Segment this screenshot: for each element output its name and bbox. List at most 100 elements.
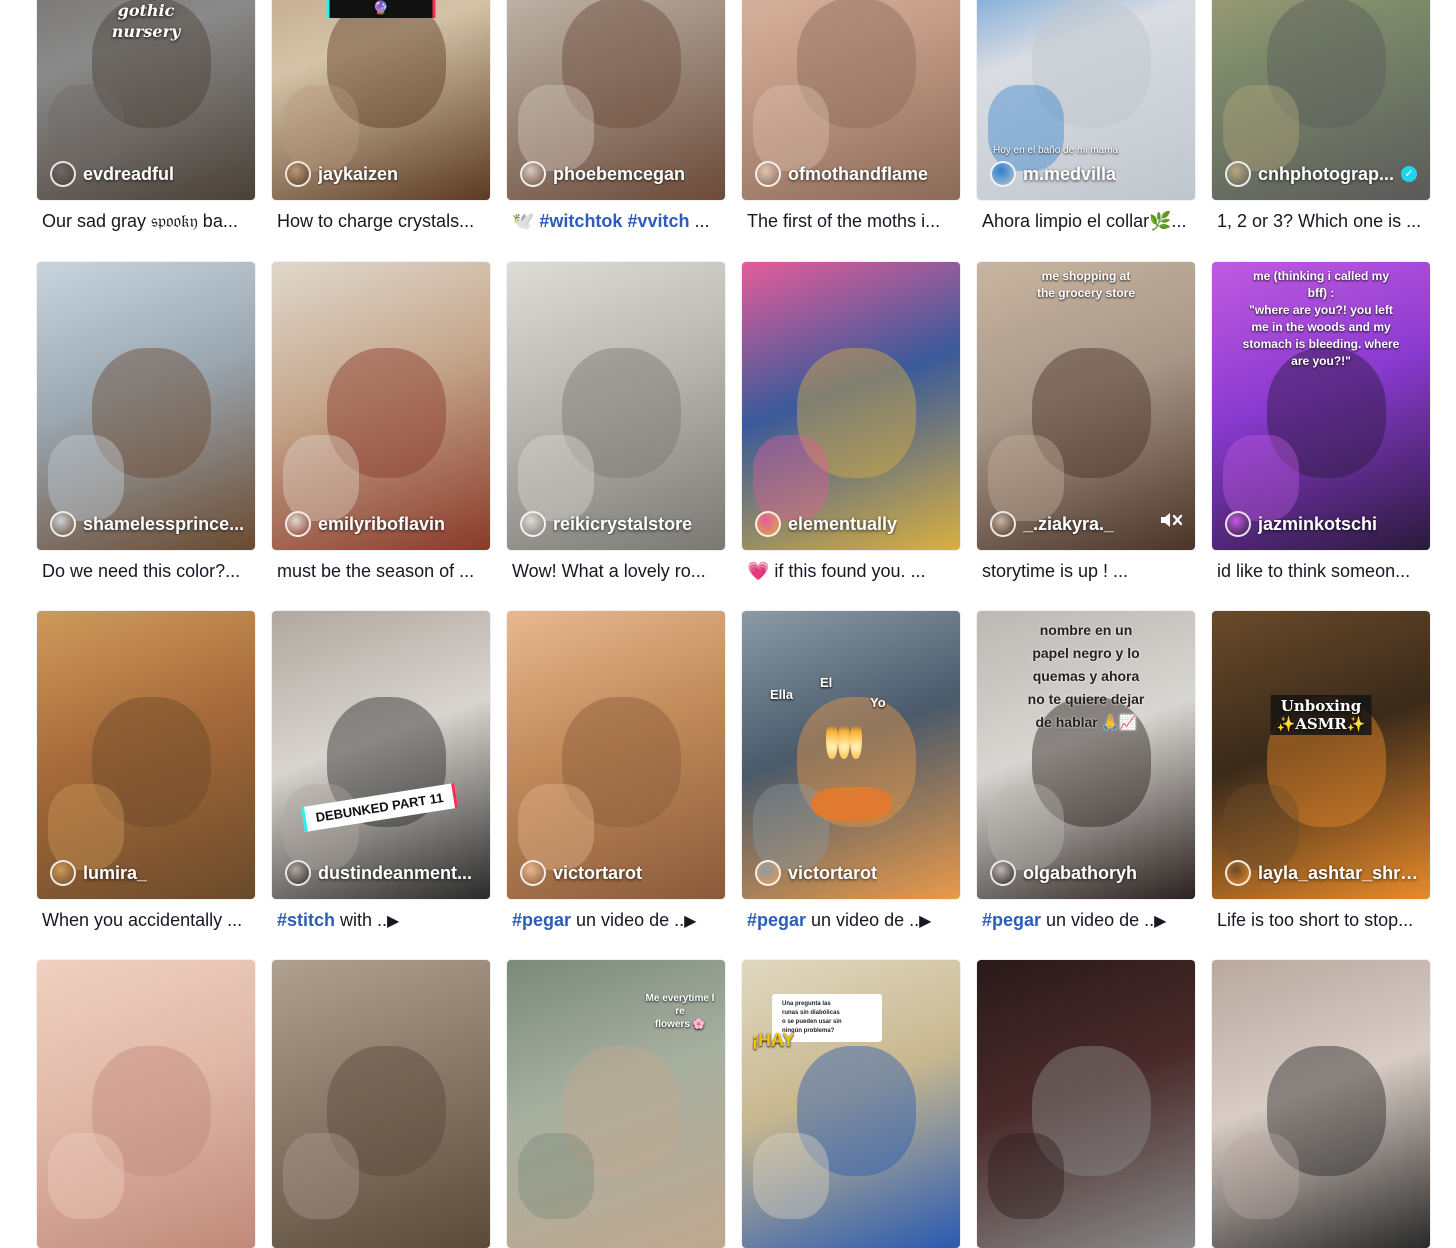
- avatar[interactable]: [1225, 511, 1251, 537]
- creator-username[interactable]: victortarot: [553, 863, 642, 884]
- video-thumbnail[interactable]: shamelessprince...: [37, 262, 255, 550]
- video-card[interactable]: let's build my gothic nursery evdreadful O…: [37, 0, 255, 232]
- creator-username[interactable]: m.medvilla: [1023, 164, 1116, 185]
- video-caption[interactable]: must be the season of ...: [272, 560, 490, 582]
- video-card[interactable]: lumira_ When you accidentally ...: [37, 611, 255, 931]
- avatar[interactable]: [50, 511, 76, 537]
- avatar[interactable]: [990, 161, 1016, 187]
- creator-row[interactable]: olgabathoryh: [990, 860, 1185, 886]
- video-caption[interactable]: Ahora limpio el collar🌿...: [977, 210, 1195, 232]
- video-card[interactable]: Unboxing ✨ASMR✨ layla_ashtar_shri... Life …: [1212, 611, 1430, 931]
- video-caption[interactable]: 1, 2 or 3? Which one is ...: [1212, 210, 1430, 232]
- video-thumbnail[interactable]: reikicrystalstore: [507, 262, 725, 550]
- avatar[interactable]: [520, 860, 546, 886]
- video-caption[interactable]: The first of the moths i...: [742, 210, 960, 232]
- avatar[interactable]: [520, 161, 546, 187]
- video-thumbnail[interactable]: [977, 960, 1195, 1248]
- video-thumbnail[interactable]: nombre en un papel negro y lo quemas y a…: [977, 611, 1195, 899]
- avatar[interactable]: [285, 161, 311, 187]
- creator-username[interactable]: elementually: [788, 514, 897, 535]
- video-card[interactable]: reikicrystalstore Wow! What a lovely ro..…: [507, 262, 725, 582]
- creator-username[interactable]: jaykaizen: [318, 164, 398, 185]
- creator-row[interactable]: victortarot: [755, 860, 950, 886]
- video-card[interactable]: Ella El Yo victortarot #pegar un video de ..…: [742, 611, 960, 931]
- video-caption[interactable]: Wow! What a lovely ro...: [507, 560, 725, 582]
- video-card[interactable]: DEBUNKED PART 11 dustindeanment... #stitch…: [272, 611, 490, 931]
- video-caption[interactable]: 🕊️ #witchtok #vvitch ...: [507, 210, 725, 232]
- video-thumbnail[interactable]: Crystals ⚡️🔮 jaykaizen: [272, 0, 490, 200]
- video-card[interactable]: Me everytime I re flowers 🌸: [507, 960, 725, 1248]
- hashtag-link[interactable]: #stitch: [277, 910, 335, 930]
- hashtag-link[interactable]: #pegar: [512, 910, 571, 930]
- creator-username[interactable]: olgabathoryh: [1023, 863, 1137, 884]
- creator-username[interactable]: evdreadful: [83, 164, 174, 185]
- video-card[interactable]: nombre en un papel negro y lo quemas y a…: [977, 611, 1195, 931]
- creator-row[interactable]: layla_ashtar_shri...: [1225, 860, 1420, 886]
- creator-username[interactable]: emilyriboflavin: [318, 514, 445, 535]
- video-caption[interactable]: #stitch with ..▶: [272, 909, 490, 931]
- video-caption[interactable]: #pegar un video de ..▶: [507, 909, 725, 931]
- video-thumbnail[interactable]: ofmothandflame: [742, 0, 960, 200]
- hashtag-link[interactable]: #vvitch: [627, 211, 689, 231]
- creator-username[interactable]: ofmothandflame: [788, 164, 928, 185]
- avatar[interactable]: [520, 511, 546, 537]
- video-thumbnail[interactable]: lumira_: [37, 611, 255, 899]
- creator-row[interactable]: shamelessprince...: [50, 511, 245, 537]
- video-thumbnail[interactable]: Una pregunta las runas sin diabólicas o …: [742, 960, 960, 1248]
- video-thumbnail[interactable]: DEBUNKED PART 11 dustindeanment...: [272, 611, 490, 899]
- video-thumbnail[interactable]: elementually: [742, 262, 960, 550]
- video-caption[interactable]: How to charge crystals...: [272, 210, 490, 232]
- avatar[interactable]: [285, 511, 311, 537]
- video-caption[interactable]: Do we need this color?...: [37, 560, 255, 582]
- creator-row[interactable]: evdreadful: [50, 161, 245, 187]
- video-card[interactable]: cnhphotograp... ✓ 1, 2 or 3? Which one is …: [1212, 0, 1430, 232]
- creator-username[interactable]: reikicrystalstore: [553, 514, 692, 535]
- creator-username[interactable]: phoebemcegan: [553, 164, 685, 185]
- video-card[interactable]: [977, 960, 1195, 1248]
- avatar[interactable]: [990, 511, 1016, 537]
- creator-username[interactable]: victortarot: [788, 863, 877, 884]
- video-card[interactable]: me shopping at the grocery store _.ziakyr…: [977, 262, 1195, 582]
- video-caption[interactable]: Life is too short to stop...: [1212, 909, 1430, 931]
- video-thumbnail[interactable]: [272, 960, 490, 1248]
- creator-username[interactable]: shamelessprince...: [83, 514, 244, 535]
- creator-row[interactable]: reikicrystalstore: [520, 511, 715, 537]
- avatar[interactable]: [755, 161, 781, 187]
- creator-username[interactable]: cnhphotograp...: [1258, 164, 1394, 185]
- video-thumbnail[interactable]: [37, 960, 255, 1248]
- video-card[interactable]: [272, 960, 490, 1248]
- creator-row[interactable]: _.ziakyra._: [990, 511, 1185, 537]
- video-thumbnail[interactable]: victortarot: [507, 611, 725, 899]
- creator-row[interactable]: victortarot: [520, 860, 715, 886]
- creator-row[interactable]: lumira_: [50, 860, 245, 886]
- creator-username[interactable]: _.ziakyra._: [1023, 514, 1114, 535]
- avatar[interactable]: [50, 161, 76, 187]
- video-card[interactable]: victortarot #pegar un video de ..▶: [507, 611, 725, 931]
- creator-row[interactable]: cnhphotograp... ✓: [1225, 161, 1420, 187]
- creator-username[interactable]: layla_ashtar_shri...: [1258, 863, 1420, 884]
- video-thumbnail[interactable]: me (thinking i called my bff) : "where a…: [1212, 262, 1430, 550]
- muted-speaker-icon[interactable]: [1159, 511, 1185, 534]
- creator-username[interactable]: jazminkotschi: [1258, 514, 1377, 535]
- avatar[interactable]: [755, 511, 781, 537]
- avatar[interactable]: [50, 860, 76, 886]
- video-caption[interactable]: #pegar un video de ..▶: [742, 909, 960, 931]
- creator-username[interactable]: lumira_: [83, 863, 147, 884]
- creator-row[interactable]: m.medvilla: [990, 161, 1185, 187]
- video-card[interactable]: Una pregunta las runas sin diabólicas o …: [742, 960, 960, 1248]
- video-card[interactable]: me (thinking i called my bff) : "where a…: [1212, 262, 1430, 582]
- video-thumbnail[interactable]: phoebemcegan: [507, 0, 725, 200]
- video-thumbnail[interactable]: let's build my gothic nursery evdreadful: [37, 0, 255, 200]
- avatar[interactable]: [755, 860, 781, 886]
- video-card[interactable]: shamelessprince... Do we need this color?…: [37, 262, 255, 582]
- video-thumbnail[interactable]: me shopping at the grocery store _.ziakyr…: [977, 262, 1195, 550]
- video-thumbnail[interactable]: [1212, 960, 1430, 1248]
- video-caption[interactable]: Our sad gray 𝔰𝔭𝔬𝔬𝔨𝔶 ba...: [37, 210, 255, 232]
- video-card[interactable]: emilyriboflavin must be the season of ...: [272, 262, 490, 582]
- video-caption[interactable]: storytime is up ! ...: [977, 560, 1195, 582]
- video-card[interactable]: [1212, 960, 1430, 1248]
- creator-row[interactable]: ofmothandflame: [755, 161, 950, 187]
- creator-row[interactable]: dustindeanment...: [285, 860, 480, 886]
- avatar[interactable]: [1225, 860, 1251, 886]
- video-caption[interactable]: 💗 if this found you. ...: [742, 560, 960, 582]
